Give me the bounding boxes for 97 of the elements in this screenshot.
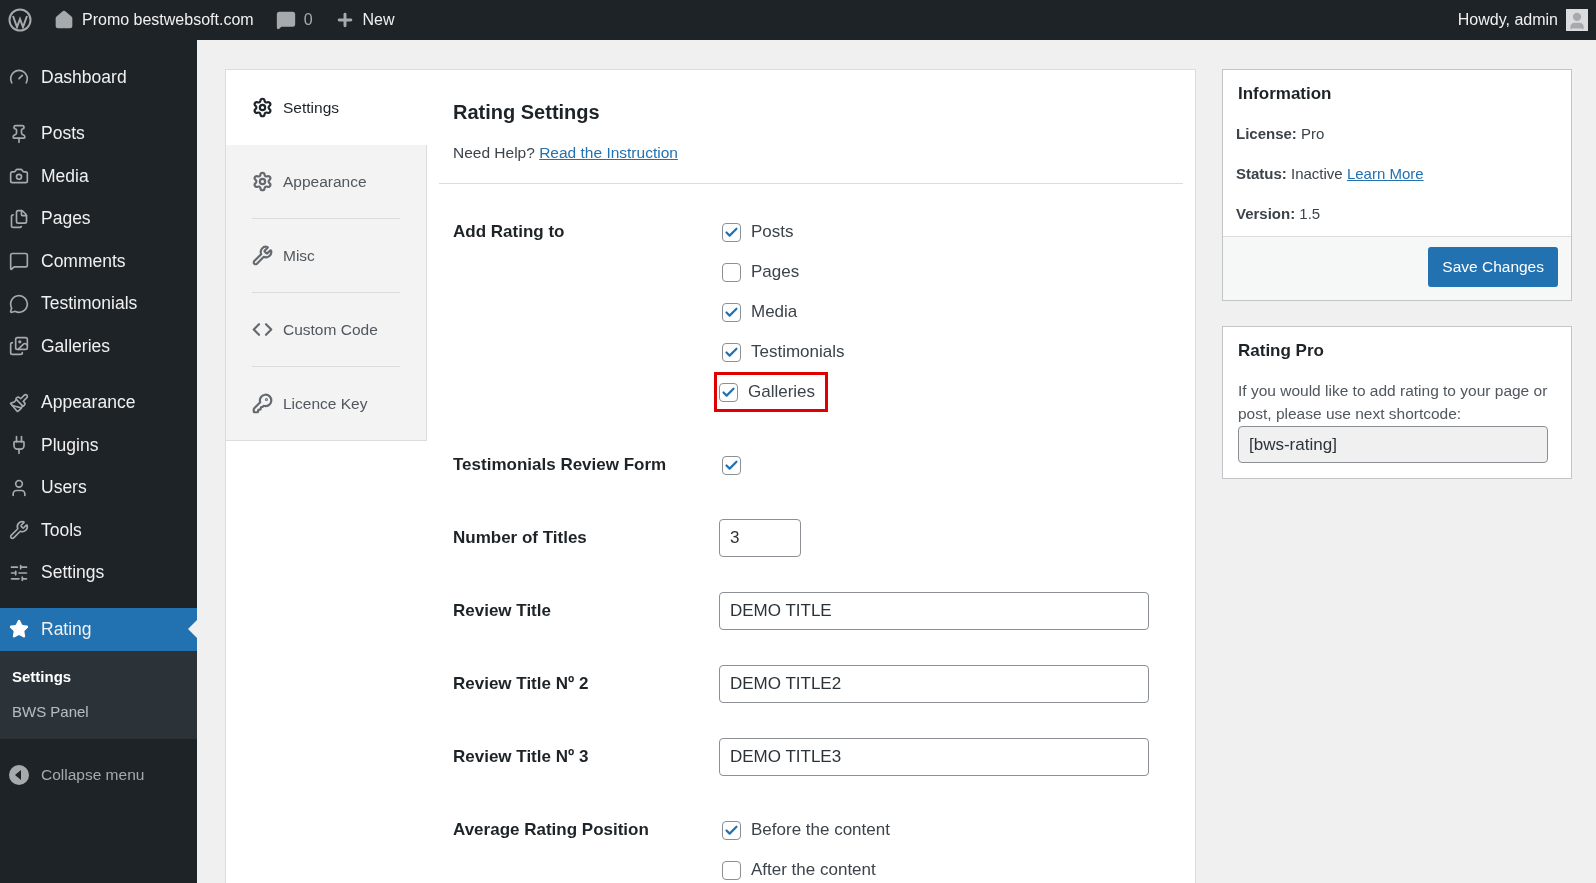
field-label: Review Title Nº 3	[453, 746, 590, 768]
field-label: Number of Titles	[453, 527, 588, 549]
sidebar-label: Rating	[41, 618, 92, 640]
sidebar-label: Testimonials	[41, 293, 138, 315]
settings-icon	[252, 97, 273, 118]
tab[interactable]: Appearance	[226, 145, 426, 218]
sidebar-label: Tools	[41, 519, 82, 541]
wrench-icon	[9, 520, 29, 541]
page-title: Rating Settings	[452, 100, 601, 125]
field-label: Testimonials Review Form	[453, 454, 668, 476]
collapse-menu-button[interactable]: Collapse menu	[0, 752, 197, 797]
new-link[interactable]: New	[362, 11, 395, 29]
checkbox[interactable]	[722, 860, 741, 880]
sliders-icon	[9, 562, 29, 583]
home-icon	[54, 10, 74, 30]
checkbox[interactable]	[722, 342, 741, 362]
checkbox[interactable]	[719, 382, 738, 402]
settings-icon	[252, 171, 273, 192]
info-line: Version: 1.5	[1235, 204, 1322, 224]
logo-icon[interactable]	[8, 8, 32, 32]
collapse-icon	[9, 764, 29, 785]
submenu-item[interactable]: Settings	[0, 658, 197, 694]
checkbox[interactable]	[722, 455, 741, 475]
field-label: Add Rating to	[453, 221, 566, 243]
learn-more-link[interactable]: Learn More	[1346, 165, 1424, 182]
sidebar-label: Media	[41, 165, 89, 187]
sidebar-item[interactable]: Tools	[0, 509, 197, 552]
sidebar-item[interactable]: Appearance	[0, 381, 197, 424]
camera-icon	[9, 166, 29, 187]
checkbox-label: Testimonials	[751, 342, 845, 362]
tab[interactable]: Misc	[226, 219, 426, 292]
checkbox[interactable]	[722, 222, 741, 242]
instruction-link[interactable]: Read the Instruction	[539, 144, 678, 161]
checkbox-label: Before the content	[751, 820, 890, 840]
sidebar-item[interactable]: Comments	[0, 240, 197, 283]
help-text: Need Help? Read the Instruction	[452, 143, 679, 163]
sidebar-item[interactable]: Settings	[0, 551, 197, 594]
sidebar-label: Galleries	[41, 335, 111, 357]
submenu-item[interactable]: BWS Panel	[0, 693, 197, 729]
sidebar-item[interactable]: Dashboard	[0, 56, 197, 99]
checkbox[interactable]	[722, 820, 741, 840]
sidebar-item[interactable]: Posts	[0, 112, 197, 155]
checkbox[interactable]	[722, 262, 741, 282]
comment-icon	[275, 10, 296, 30]
field-label: Review Title	[453, 600, 552, 622]
sidebar-item[interactable]: Rating	[0, 608, 197, 651]
comment-count[interactable]: 0	[303, 11, 313, 29]
shortcode-field[interactable]: [bws-rating]	[1238, 426, 1548, 463]
sidebar-item[interactable]: Plugins	[0, 424, 197, 467]
sidebar-label: Posts	[41, 123, 85, 145]
input-field[interactable]: DEMO TITLE	[719, 592, 1149, 630]
checkbox-label: Pages	[751, 262, 800, 282]
sidebar-item[interactable]: Users	[0, 466, 197, 509]
sidebar-label: Pages	[41, 208, 91, 230]
chat-icon	[9, 293, 29, 314]
greeting-text[interactable]: Howdy, admin	[1457, 11, 1558, 29]
pages-icon	[9, 208, 29, 229]
tab[interactable]: Licence Key	[226, 367, 426, 440]
avatar	[1566, 9, 1588, 31]
checkbox-label: Media	[751, 302, 798, 322]
sidebar-item[interactable]: Pages	[0, 197, 197, 240]
checkbox-label: Posts	[751, 222, 794, 242]
save-changes-button[interactable]: Save Changes	[1428, 247, 1558, 287]
info-line: Status: Inactive Learn More	[1235, 164, 1425, 184]
sidebar-label: Settings	[41, 562, 105, 584]
sidebar-item[interactable]: Media	[0, 155, 197, 198]
sidebar-label: Comments	[41, 250, 126, 272]
field-label: Review Title Nº 2	[453, 673, 590, 695]
number-field[interactable]: 3	[719, 519, 801, 557]
sidebar-label: Plugins	[41, 434, 99, 456]
tab[interactable]: Settings	[226, 70, 427, 145]
info-line: License: Pro	[1235, 124, 1326, 144]
checkbox-label: After the content	[751, 860, 876, 880]
sidebar-label: Appearance	[41, 392, 136, 414]
panel-title: Information	[1237, 83, 1333, 105]
input-field[interactable]: DEMO TITLE2	[719, 665, 1149, 703]
panel-text: If you would like to add rating to your page or post, please use next shortcode:	[1237, 381, 1549, 424]
star-icon	[9, 619, 29, 640]
field-label: Average Rating Position	[453, 819, 650, 841]
current-notch	[188, 620, 197, 639]
checkbox-label: Galleries	[748, 382, 816, 402]
speech-bubble-icon	[9, 251, 29, 272]
checkbox[interactable]	[722, 302, 741, 322]
paintbrush-icon	[9, 392, 29, 413]
sidebar-item[interactable]: Testimonials	[0, 282, 197, 325]
panel-title: Rating Pro	[1237, 340, 1325, 362]
key-icon	[252, 393, 273, 414]
sidebar-item[interactable]: Galleries	[0, 325, 197, 368]
input-field[interactable]: DEMO TITLE3	[719, 738, 1149, 776]
user-icon	[9, 477, 29, 498]
wrench-icon	[252, 245, 273, 266]
site-name-link[interactable]: Promo bestwebsoft.com	[82, 11, 254, 29]
sidebar-label: Dashboard	[41, 66, 127, 88]
pin-icon	[9, 123, 29, 144]
sidebar-label: Users	[41, 477, 87, 499]
tab[interactable]: Custom Code	[226, 293, 426, 366]
images-icon	[9, 336, 29, 357]
